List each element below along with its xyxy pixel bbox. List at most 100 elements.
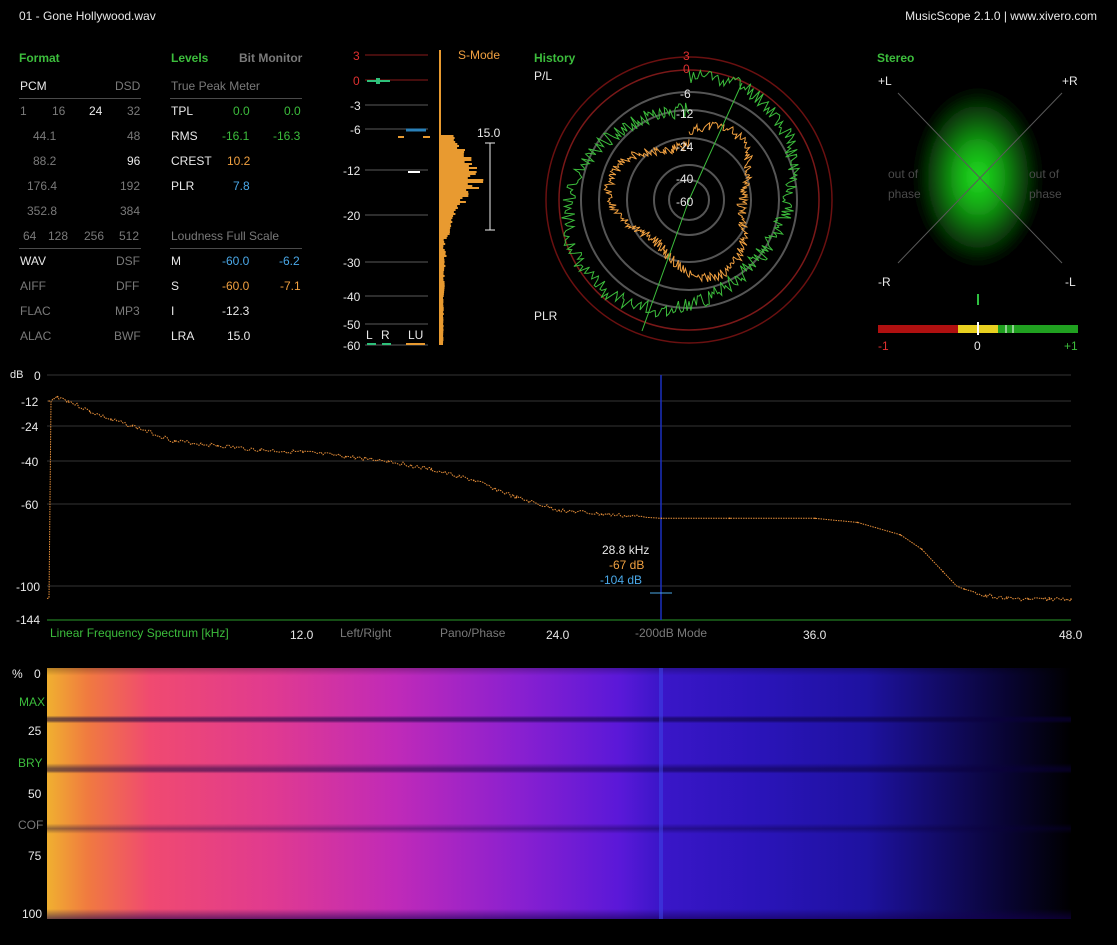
spectrum-point [302, 451, 304, 454]
lra-label: LRA [171, 329, 195, 343]
meter-tick-m20: -20 [343, 209, 361, 223]
spectrum-point [387, 460, 390, 462]
rate-192: 192 [120, 179, 141, 193]
lra-bracket-value: 15.0 [477, 126, 501, 140]
x-tick-36: 36.0 [803, 628, 827, 642]
mode-pano-phase[interactable]: Pano/Phase [440, 626, 505, 640]
rate-96: 96 [127, 154, 141, 168]
type-dff: DFF [116, 279, 140, 293]
ring-label-m24: -24 [676, 140, 694, 154]
crest-value: 10.2 [227, 154, 251, 168]
rate-44: 44.1 [33, 129, 57, 143]
tpl-left: 0.0 [233, 104, 250, 118]
spectrum-point [920, 548, 923, 550]
correlation-marker [977, 294, 979, 305]
spectrum-point [942, 570, 944, 573]
spectrum-series-line [46, 395, 1072, 602]
out-of-phase-right: out of phase [1029, 167, 1062, 201]
rate-88: 88.2 [33, 154, 57, 168]
dsd-64: 64 [23, 229, 37, 243]
ring-label-3: 3 [683, 49, 690, 63]
mode-left-right[interactable]: Left/Right [340, 626, 391, 640]
spectrum-point [48, 400, 50, 402]
spectrum-point [1070, 598, 1072, 600]
bit-1: 1 [20, 104, 27, 118]
meter-tick-m30: -30 [343, 256, 361, 270]
type-wav: WAV [20, 254, 46, 268]
spectrogram-cursor [659, 668, 663, 919]
i-label: I [171, 304, 175, 318]
s-value-a: -60.0 [222, 279, 250, 293]
spectrum-point [660, 517, 663, 520]
spectrum-point [1027, 598, 1030, 600]
meter-tick-m40: -40 [343, 290, 361, 304]
format-dsd[interactable]: DSD [115, 79, 140, 93]
true-peak-meter-title: True Peak Meter [171, 79, 260, 93]
spectrogram [47, 668, 1071, 919]
sg-label-0: 0 [34, 667, 41, 681]
spectrum-point [110, 419, 112, 421]
tpl-label: TPL [171, 104, 194, 118]
type-dsf: DSF [116, 254, 140, 268]
spectrum-plot [46, 374, 1072, 621]
ring-label-m6: -6 [680, 87, 691, 101]
spectrum-point [259, 449, 262, 451]
meter-tick-m6: -6 [350, 123, 361, 137]
sg-label-50: 50 [28, 787, 42, 801]
i-value: -12.3 [222, 304, 250, 318]
loudness-title: Loudness Full Scale [171, 229, 280, 243]
ring-label-0: 0 [683, 62, 690, 76]
bit-monitor-tab[interactable]: Bit Monitor [239, 51, 302, 65]
m-value-b: -6.2 [279, 254, 300, 268]
rate-352: 352.8 [27, 204, 58, 218]
rate-48: 48 [127, 129, 141, 143]
x-tick-24: 24.0 [546, 628, 570, 642]
stereo-minus-r: -R [878, 275, 891, 289]
ring-label-m12: -12 [676, 107, 694, 121]
mode-200db[interactable]: -200dB Mode [635, 626, 707, 640]
x-tick-12: 12.0 [290, 628, 314, 642]
sg-label-bry[interactable]: BRY [18, 756, 42, 770]
spectrum-point [600, 513, 603, 516]
meter-label-r: R [381, 328, 390, 342]
type-aiff: AIFF [20, 279, 46, 293]
format-title: Format [19, 51, 60, 65]
sg-label-cof[interactable]: COF [18, 818, 43, 832]
spectrum-point [67, 400, 70, 402]
s-label: S [171, 279, 180, 293]
sg-label-75: 75 [28, 849, 42, 863]
spectrum-point [856, 521, 859, 524]
s-mode-label[interactable]: S-Mode [458, 48, 500, 62]
corr-label-zero: 0 [974, 339, 981, 353]
out-of-phase-left: out of phase [888, 167, 921, 201]
rate-176: 176.4 [27, 179, 58, 193]
format-pcm[interactable]: PCM [20, 79, 47, 93]
stereo-title: Stereo [877, 51, 915, 65]
sg-label-pct: % [12, 667, 23, 681]
ring-label-m40: -40 [676, 172, 694, 186]
ring-label-m60: -60 [676, 195, 694, 209]
bit-24: 24 [89, 104, 103, 118]
spectrum-point [56, 395, 59, 398]
meter-tick-m50: -50 [343, 318, 361, 332]
bit-32: 32 [127, 104, 141, 118]
spectrum-point [1048, 598, 1051, 600]
type-mp3: MP3 [115, 304, 140, 318]
plr-label: PLR [171, 179, 195, 193]
crest-label: CREST [171, 154, 212, 168]
bit-16: 16 [52, 104, 66, 118]
sg-label-max[interactable]: MAX [19, 695, 45, 709]
spectrum-point [472, 479, 475, 482]
correlation-meter [878, 322, 1078, 335]
meter-tick-3: 3 [353, 49, 360, 63]
cursor-level-2: -104 dB [600, 573, 643, 587]
app-title: MusicScope 2.1.0 | www.xivero.com [905, 9, 1097, 23]
levels-tab[interactable]: Levels [171, 51, 208, 65]
file-name: 01 - Gone Hollywood.wav [19, 9, 156, 23]
type-flac: FLAC [20, 304, 51, 318]
spectrum-point [88, 410, 91, 413]
meter-tick-0: 0 [353, 74, 360, 88]
meter-tick-m60: -60 [343, 339, 361, 353]
dsd-256: 256 [84, 229, 105, 243]
spectrum-point [558, 509, 560, 511]
